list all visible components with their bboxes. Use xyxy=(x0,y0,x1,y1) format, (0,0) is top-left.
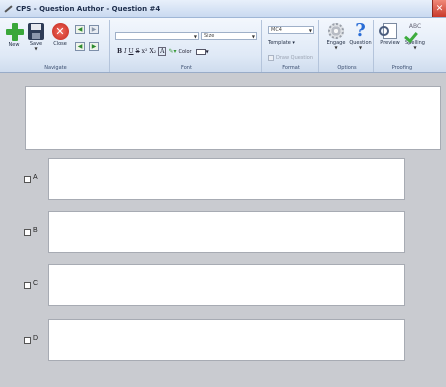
next-question-button[interactable]: ▶ xyxy=(89,25,99,34)
color-picker[interactable] xyxy=(195,48,206,55)
navigate-group: New Save ▼ ✕ Close ◀ ▶ ◀ ▶ Navigate xyxy=(2,20,110,72)
spell-check-icon: ABC xyxy=(407,23,423,39)
italic-button[interactable]: I xyxy=(124,48,126,55)
proofing-group: Preview ABC Spelling ▼ Proofing xyxy=(376,20,428,72)
preview-button[interactable]: Preview xyxy=(377,23,403,46)
template-button[interactable]: Template ▾ xyxy=(268,40,295,46)
answer-c-letter: C xyxy=(33,280,39,287)
underline-button[interactable]: U xyxy=(128,48,133,55)
chevron-down-icon: ▼ xyxy=(413,45,417,50)
answer-a-field[interactable] xyxy=(48,158,405,200)
subscript-button[interactable]: X₂ xyxy=(149,48,156,55)
font-group-label: Font xyxy=(181,65,192,71)
question-type-combo[interactable]: MC4 ▼ xyxy=(268,26,314,34)
window-close-button[interactable]: ✕ xyxy=(432,0,446,17)
strikethrough-button[interactable]: S xyxy=(136,48,140,55)
gear-icon xyxy=(328,23,344,39)
text-box-icon[interactable]: A xyxy=(158,47,167,56)
new-button[interactable]: New xyxy=(6,23,24,48)
font-group: ▼ Size ▼ B I U S x² X₂ A ✎▾ Color ▼ Font xyxy=(112,20,262,72)
format-group-label: Format xyxy=(282,65,300,71)
answer-b-checkbox[interactable] xyxy=(24,229,31,236)
chevron-down-icon: ▼ xyxy=(308,28,312,33)
plus-icon xyxy=(6,23,24,41)
chevron-down-icon: ▼ xyxy=(251,34,255,39)
checkbox-icon xyxy=(268,55,274,61)
chevron-down-icon: ▼ xyxy=(358,45,363,50)
first-question-button[interactable]: ◀ xyxy=(75,42,85,51)
close-button[interactable]: ✕ Close xyxy=(50,23,70,47)
chevron-down-icon: ▼ xyxy=(334,45,338,50)
font-size-combo[interactable]: Size ▼ xyxy=(201,32,257,40)
highlight-icon[interactable]: ✎▾ xyxy=(168,48,176,55)
last-question-button[interactable]: ▶ xyxy=(89,42,99,51)
answer-a-letter: A xyxy=(33,174,38,181)
answer-b-field[interactable] xyxy=(48,211,405,253)
options-group: Engage ▼ ? Question ▼ Options xyxy=(321,20,374,72)
window-title: CPS - Question Author - Question #4 xyxy=(16,4,161,13)
chevron-down-icon: ▼ xyxy=(34,46,38,51)
answer-d-checkbox[interactable] xyxy=(24,337,31,344)
color-label: Color xyxy=(178,48,192,55)
answer-c-field[interactable] xyxy=(48,264,405,306)
draw-question-checkbox: Draw Question xyxy=(268,55,313,61)
font-name-combo[interactable]: ▼ xyxy=(115,32,199,40)
close-icon: ✕ xyxy=(51,23,69,40)
format-group: MC4 ▼ Template ▾ Draw Question Format xyxy=(264,20,319,72)
spelling-button[interactable]: ABC Spelling ▼ xyxy=(403,23,427,50)
answer-b-letter: B xyxy=(33,227,38,234)
previous-question-button[interactable]: ◀ xyxy=(75,25,85,34)
ribbon: New Save ▼ ✕ Close ◀ ▶ ◀ ▶ Navigate ▼ Si… xyxy=(0,18,446,73)
save-button[interactable]: Save ▼ xyxy=(26,23,46,51)
answer-d-field[interactable] xyxy=(48,319,405,361)
bold-button[interactable]: B xyxy=(117,48,122,55)
superscript-button[interactable]: x² xyxy=(142,48,148,55)
answer-a-checkbox[interactable] xyxy=(24,176,31,183)
pencil-icon xyxy=(3,4,13,14)
proofing-group-label: Proofing xyxy=(391,65,413,71)
save-icon xyxy=(28,23,44,40)
font-format-row: B I U S x² X₂ A ✎▾ Color ▼ xyxy=(117,47,211,56)
answer-d-letter: D xyxy=(33,335,39,342)
title-bar: CPS - Question Author - Question #4 ✕ xyxy=(0,0,446,18)
answer-c-checkbox[interactable] xyxy=(24,282,31,289)
engage-button[interactable]: Engage ▼ xyxy=(324,23,348,50)
chevron-down-icon[interactable]: ▼ xyxy=(206,49,209,54)
options-group-label: Options xyxy=(337,65,357,71)
navigate-group-label: Navigate xyxy=(44,65,67,71)
preview-icon xyxy=(383,23,397,39)
question-button[interactable]: ? Question ▼ xyxy=(348,20,373,50)
question-text-field[interactable] xyxy=(25,86,441,150)
question-icon: ? xyxy=(355,20,366,41)
chevron-down-icon: ▼ xyxy=(193,34,197,39)
